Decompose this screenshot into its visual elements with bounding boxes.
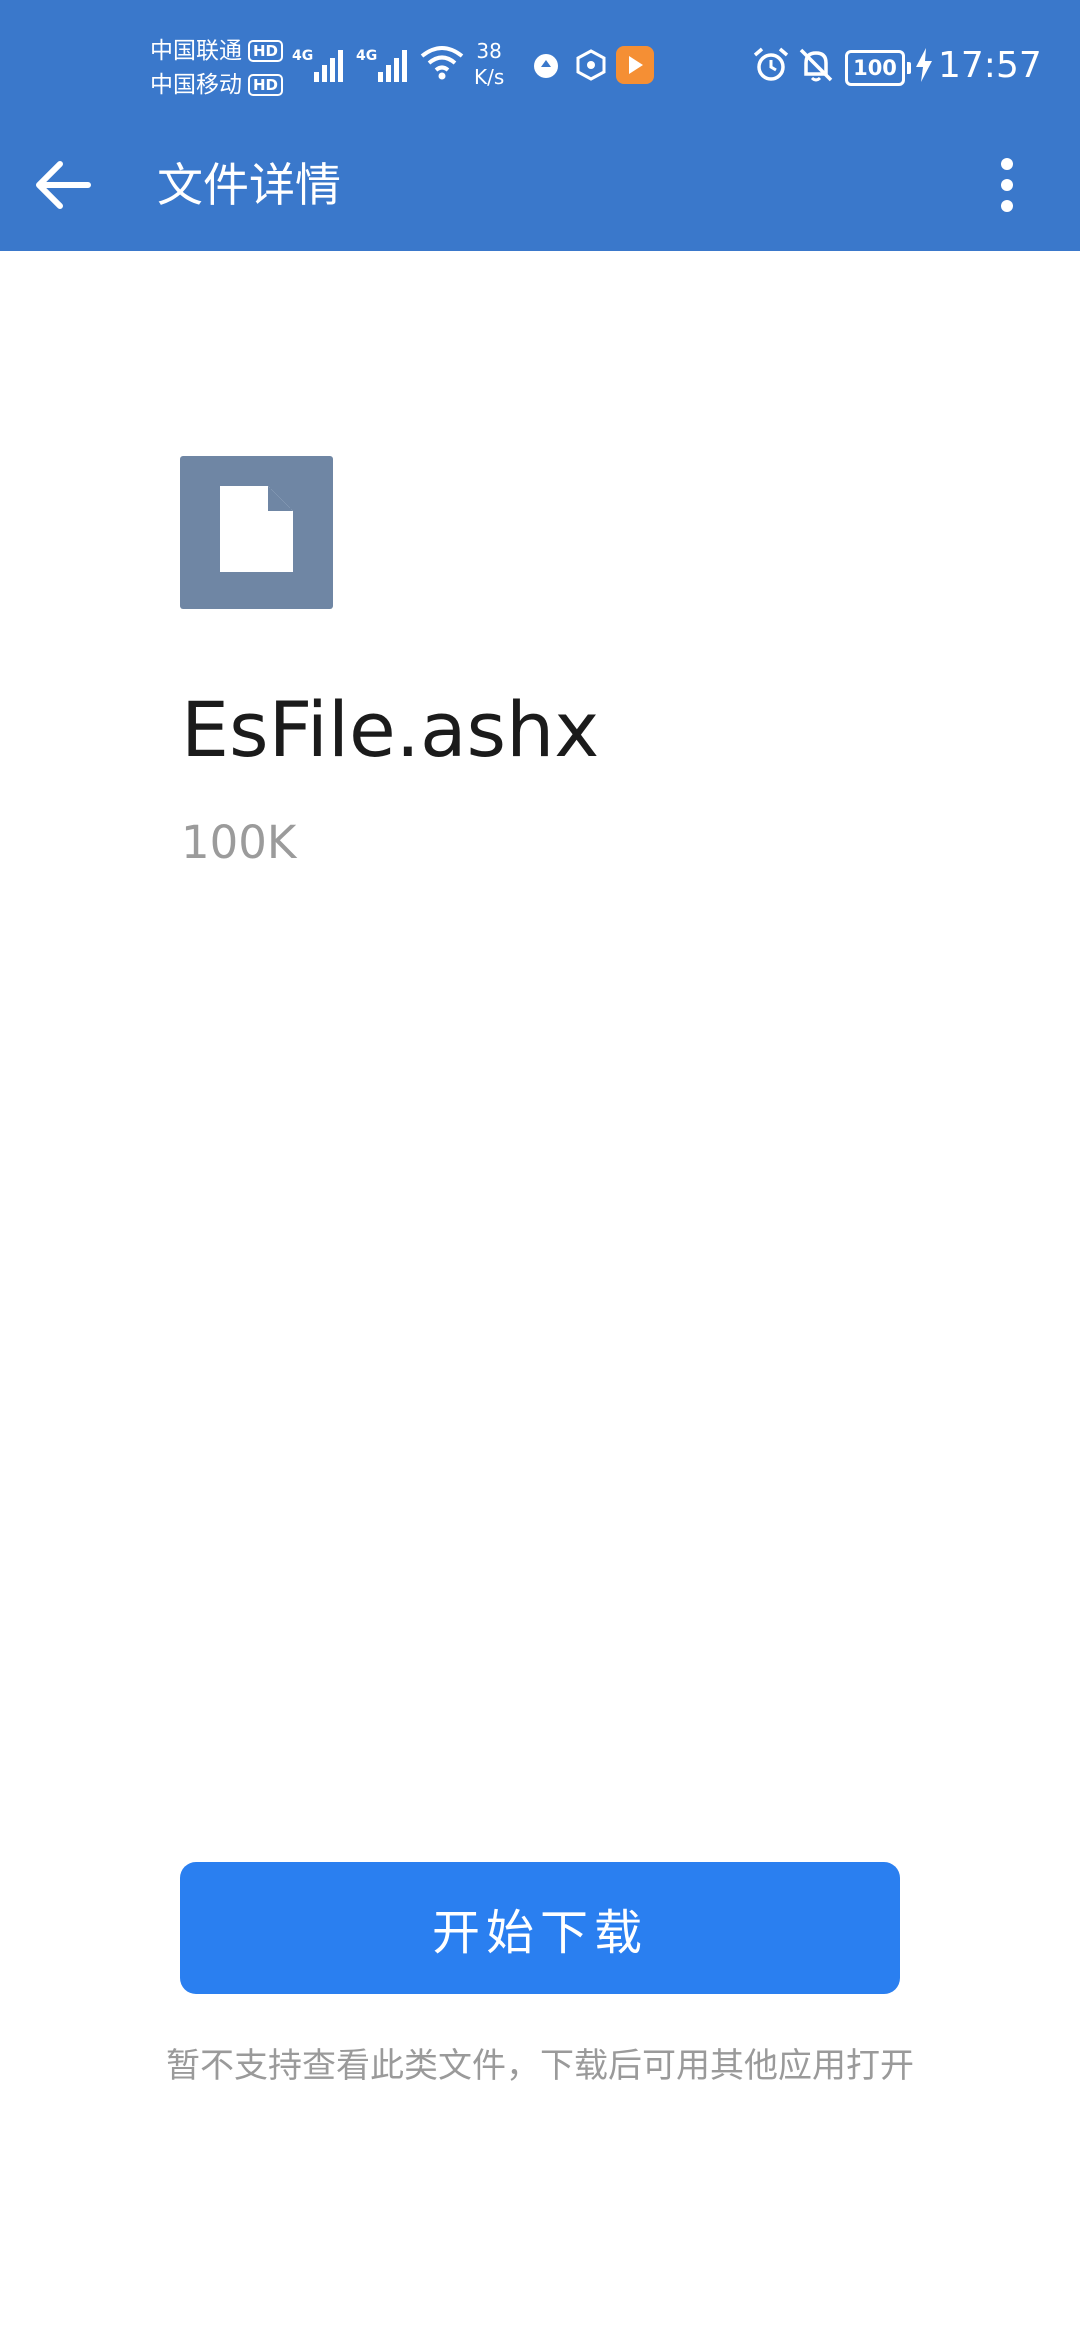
page-title: 文件详情 xyxy=(157,158,341,212)
app-notification-icon xyxy=(534,54,558,78)
status-bar: 中国联通 HD 中国移动 HD 4G 4G 38 K/s 100 17:57 xyxy=(0,0,1080,140)
battery-icon: 100 xyxy=(845,50,911,86)
back-button[interactable] xyxy=(30,150,100,220)
net-speed-value: 38 xyxy=(476,39,502,63)
alarm-icon xyxy=(753,47,789,81)
video-app-icon xyxy=(616,46,654,84)
vpn-icon xyxy=(576,49,606,81)
charging-bolt-icon xyxy=(916,48,932,82)
file-name: EsFile.ashx xyxy=(181,685,600,774)
carrier-2: 中国移动 xyxy=(150,72,242,98)
net-speed: 38 K/s xyxy=(474,38,504,90)
file-size: 100K xyxy=(181,816,297,869)
carrier-info: 中国联通 HD 中国移动 HD xyxy=(150,34,284,102)
hd-badge: HD xyxy=(248,74,284,96)
app-bar: 文件详情 xyxy=(0,140,1080,251)
hd-badge: HD xyxy=(248,40,284,62)
file-type-icon xyxy=(180,456,333,609)
start-download-button[interactable]: 开始下载 xyxy=(180,1862,900,1994)
network-type: 4G xyxy=(356,48,378,64)
carrier-1: 中国联通 xyxy=(150,38,242,64)
arrow-left-icon xyxy=(36,161,91,209)
signal-icon xyxy=(378,50,407,82)
mute-bell-icon xyxy=(799,48,833,82)
network-type: 4G xyxy=(292,48,314,64)
more-menu-button[interactable] xyxy=(990,148,1024,222)
document-icon xyxy=(220,486,293,572)
net-speed-unit: K/s xyxy=(474,65,505,89)
wifi-icon xyxy=(420,46,464,80)
signal-icon xyxy=(314,50,343,82)
clock: 17:57 xyxy=(938,45,1042,86)
unsupported-file-hint: 暂不支持查看此类文件，下载后可用其他应用打开 xyxy=(166,2046,914,2086)
